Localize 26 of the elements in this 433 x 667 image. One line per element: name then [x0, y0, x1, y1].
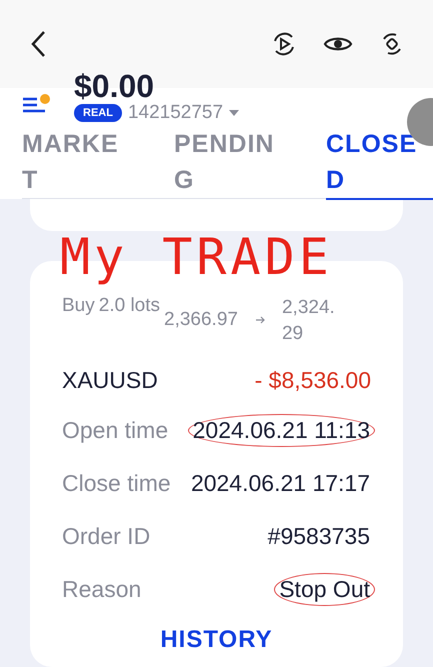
detail-label: Close time — [62, 470, 171, 497]
trade-side: Buy — [62, 295, 95, 317]
detail-value: 2024.06.21 17:17 — [190, 469, 371, 498]
close-price: 2,324.29 — [282, 296, 336, 346]
caret-icon[interactable] — [229, 110, 240, 116]
menu-icon[interactable] — [22, 94, 50, 114]
replay-icon[interactable] — [271, 31, 297, 57]
back-button[interactable] — [30, 30, 46, 58]
detail-value: 2024.06.21 11:13 — [188, 414, 375, 447]
symbol: XAUUSD — [62, 367, 158, 394]
lot-size: 2.0 lots — [98, 295, 160, 317]
account-number[interactable]: 142152757 — [128, 102, 224, 124]
detail-value: Stop Out — [274, 573, 375, 606]
handwritten-note: My TRADE — [60, 231, 334, 283]
arrow-icon — [256, 316, 266, 324]
profit: - $8,536.00 — [254, 367, 371, 394]
account-type-badge: REAL — [74, 104, 122, 122]
tab[interactable]: PENDING — [174, 126, 282, 200]
detail-label: Reason — [62, 576, 142, 603]
open-price: 2,366.97 — [164, 309, 238, 331]
detail-label: Open time — [62, 417, 168, 444]
balance-amount: $0.00 — [74, 70, 156, 102]
history-link[interactable]: HISTORY — [160, 626, 273, 654]
detail-label: Order ID — [62, 523, 150, 550]
detail-value: #9583735 — [266, 522, 371, 551]
tab[interactable]: MARKET — [22, 126, 130, 200]
